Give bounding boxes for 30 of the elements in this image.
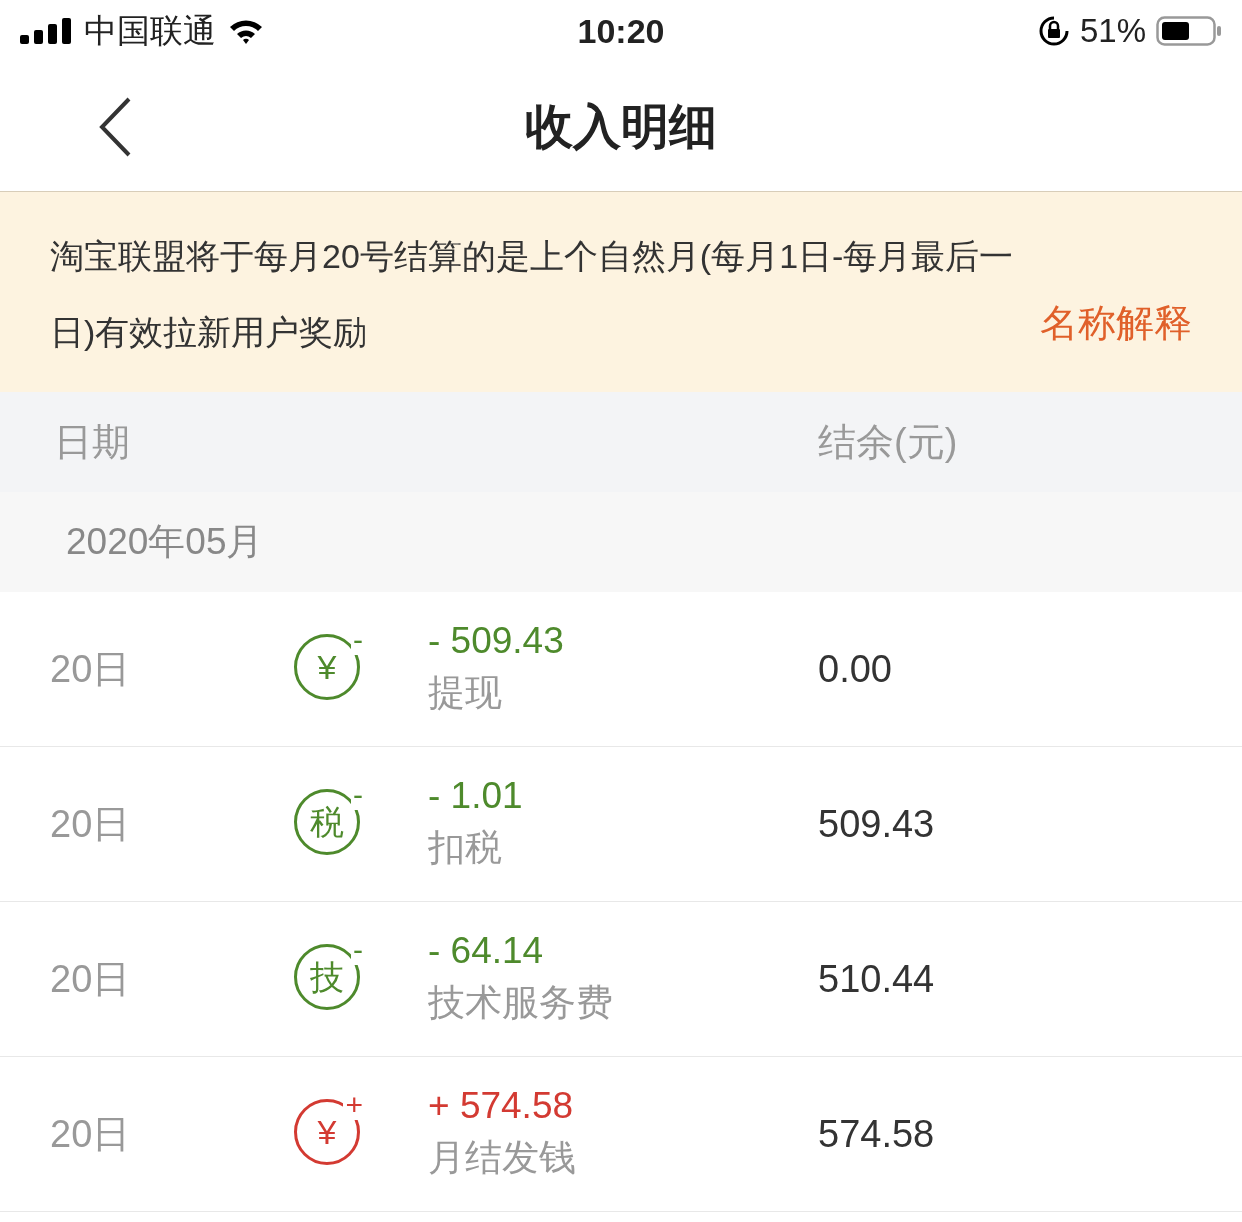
column-header: 日期 <box>54 419 130 465</box>
date-cell-text: 20日 <box>50 801 132 847</box>
date-cell-text: 20日 <box>50 1111 132 1157</box>
date-cell-text: 20日 <box>50 646 132 692</box>
battery-icon <box>1156 16 1222 46</box>
balance-cell-text: 509.43 <box>818 801 935 847</box>
amount-text: - 509.43 <box>428 619 565 663</box>
carrier-name: 中国联通 <box>84 10 216 53</box>
status-time: 10:20 <box>577 10 665 52</box>
balance-cell-text: 510.44 <box>818 956 935 1002</box>
amount-text: - 1.01 <box>428 774 524 818</box>
balance-cell-text: 574.58 <box>818 1111 935 1157</box>
wifi-icon <box>228 18 264 44</box>
page-title: 收入明细 <box>525 98 717 155</box>
amount-text: + 574.58 <box>428 1084 575 1128</box>
transaction-type: 技术服务费 <box>428 981 614 1025</box>
transaction-type: 提现 <box>428 671 503 715</box>
month-label: 2020年05月 <box>66 520 264 565</box>
notice-text: 淘宝联盟将于每月20号结算的是上个自然月(每月1日-每月最后一日)有效拉新用户奖励 <box>50 236 1015 353</box>
amount-text: - 64.14 <box>428 929 545 973</box>
battery-percentage: 51% <box>1079 11 1146 52</box>
transaction-type: 扣税 <box>428 826 503 870</box>
transaction-type: 月结发钱 <box>428 1136 577 1180</box>
balance-cell-text: 0.00 <box>818 646 892 692</box>
signal-icon <box>20 18 72 44</box>
rotation-lock-icon <box>1037 15 1070 47</box>
name-explanation-link[interactable]: 名称解释 <box>1040 298 1192 348</box>
date-cell-text: 20日 <box>50 956 132 1002</box>
back-icon <box>97 96 133 158</box>
column-header: 结余(元) <box>818 419 958 465</box>
